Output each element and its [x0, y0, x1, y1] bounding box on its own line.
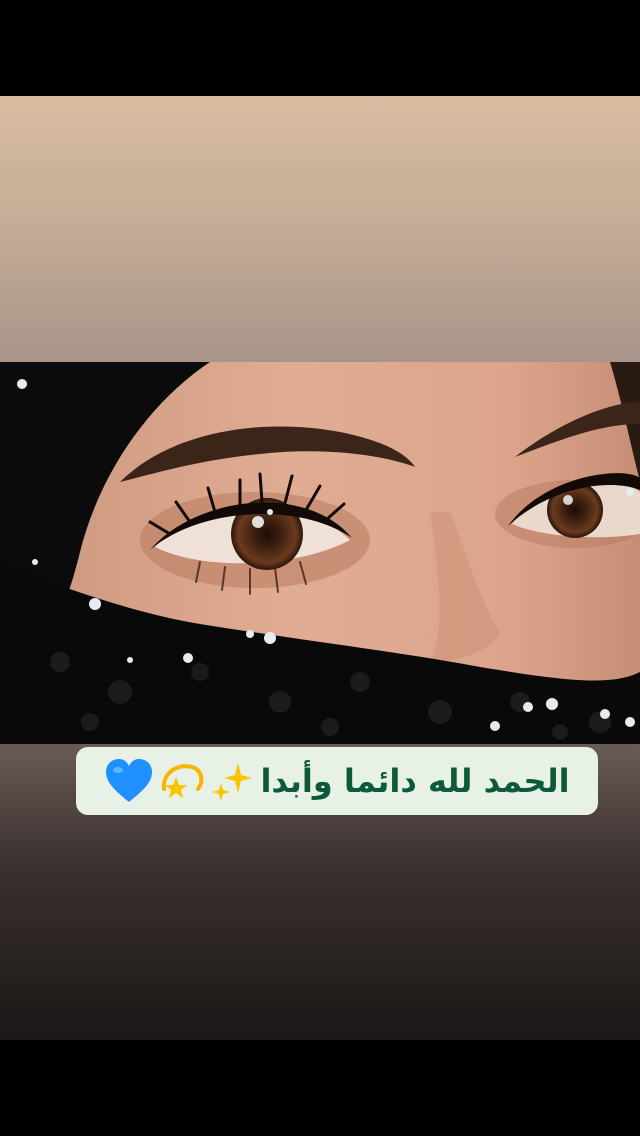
sparkles-icon	[210, 759, 254, 803]
dizzy-star-icon	[158, 759, 206, 803]
bottom-letterbox-bar	[0, 1040, 640, 1136]
caption-sticker[interactable]: الحمد لله دائما وأبدا	[76, 747, 598, 815]
blue-heart-icon	[104, 758, 154, 804]
eyes-photo	[0, 362, 640, 744]
upper-blurred-background	[0, 96, 640, 362]
caption-text: الحمد لله دائما وأبدا	[260, 762, 570, 800]
top-letterbox-bar	[0, 0, 640, 96]
caption-line: الحمد لله دائما وأبدا	[104, 758, 570, 804]
